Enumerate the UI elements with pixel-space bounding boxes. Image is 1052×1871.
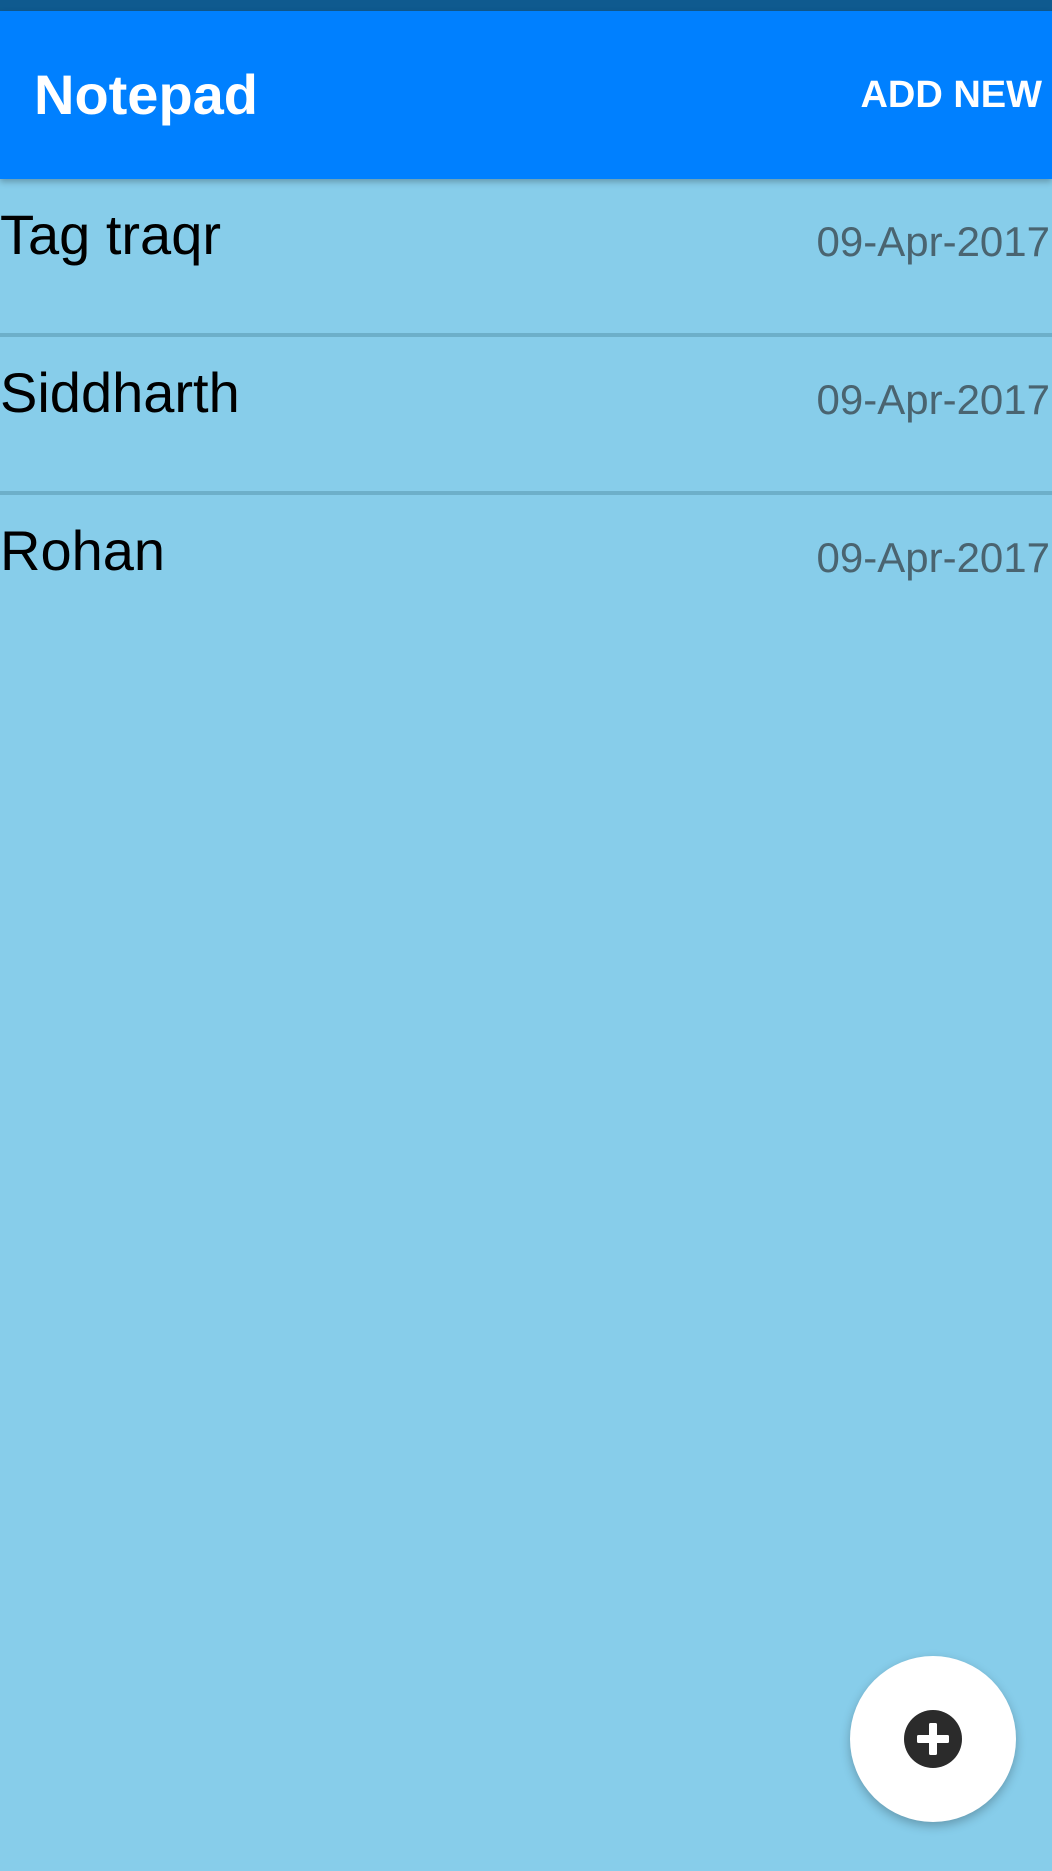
note-list-item[interactable]: Rohan 09-Apr-2017	[0, 495, 1052, 649]
add-new-button[interactable]: ADD NEW	[860, 71, 1042, 119]
status-bar	[0, 0, 1052, 11]
note-list-item[interactable]: Siddharth 09-Apr-2017	[0, 337, 1052, 495]
note-date: 09-Apr-2017	[816, 218, 1050, 265]
note-title: Tag traqr	[0, 203, 221, 266]
add-note-fab-button[interactable]	[850, 1656, 1016, 1822]
note-title: Rohan	[0, 519, 166, 582]
note-title: Siddharth	[0, 361, 240, 424]
note-date: 09-Apr-2017	[816, 376, 1050, 423]
add-circle-icon	[904, 1710, 962, 1768]
app-title: Notepad	[34, 63, 258, 126]
note-list: Tag traqr 09-Apr-2017 Siddharth 09-Apr-2…	[0, 179, 1052, 649]
note-date: 09-Apr-2017	[816, 534, 1050, 581]
note-list-item[interactable]: Tag traqr 09-Apr-2017	[0, 179, 1052, 337]
app-bar: Notepad ADD NEW	[0, 11, 1052, 179]
